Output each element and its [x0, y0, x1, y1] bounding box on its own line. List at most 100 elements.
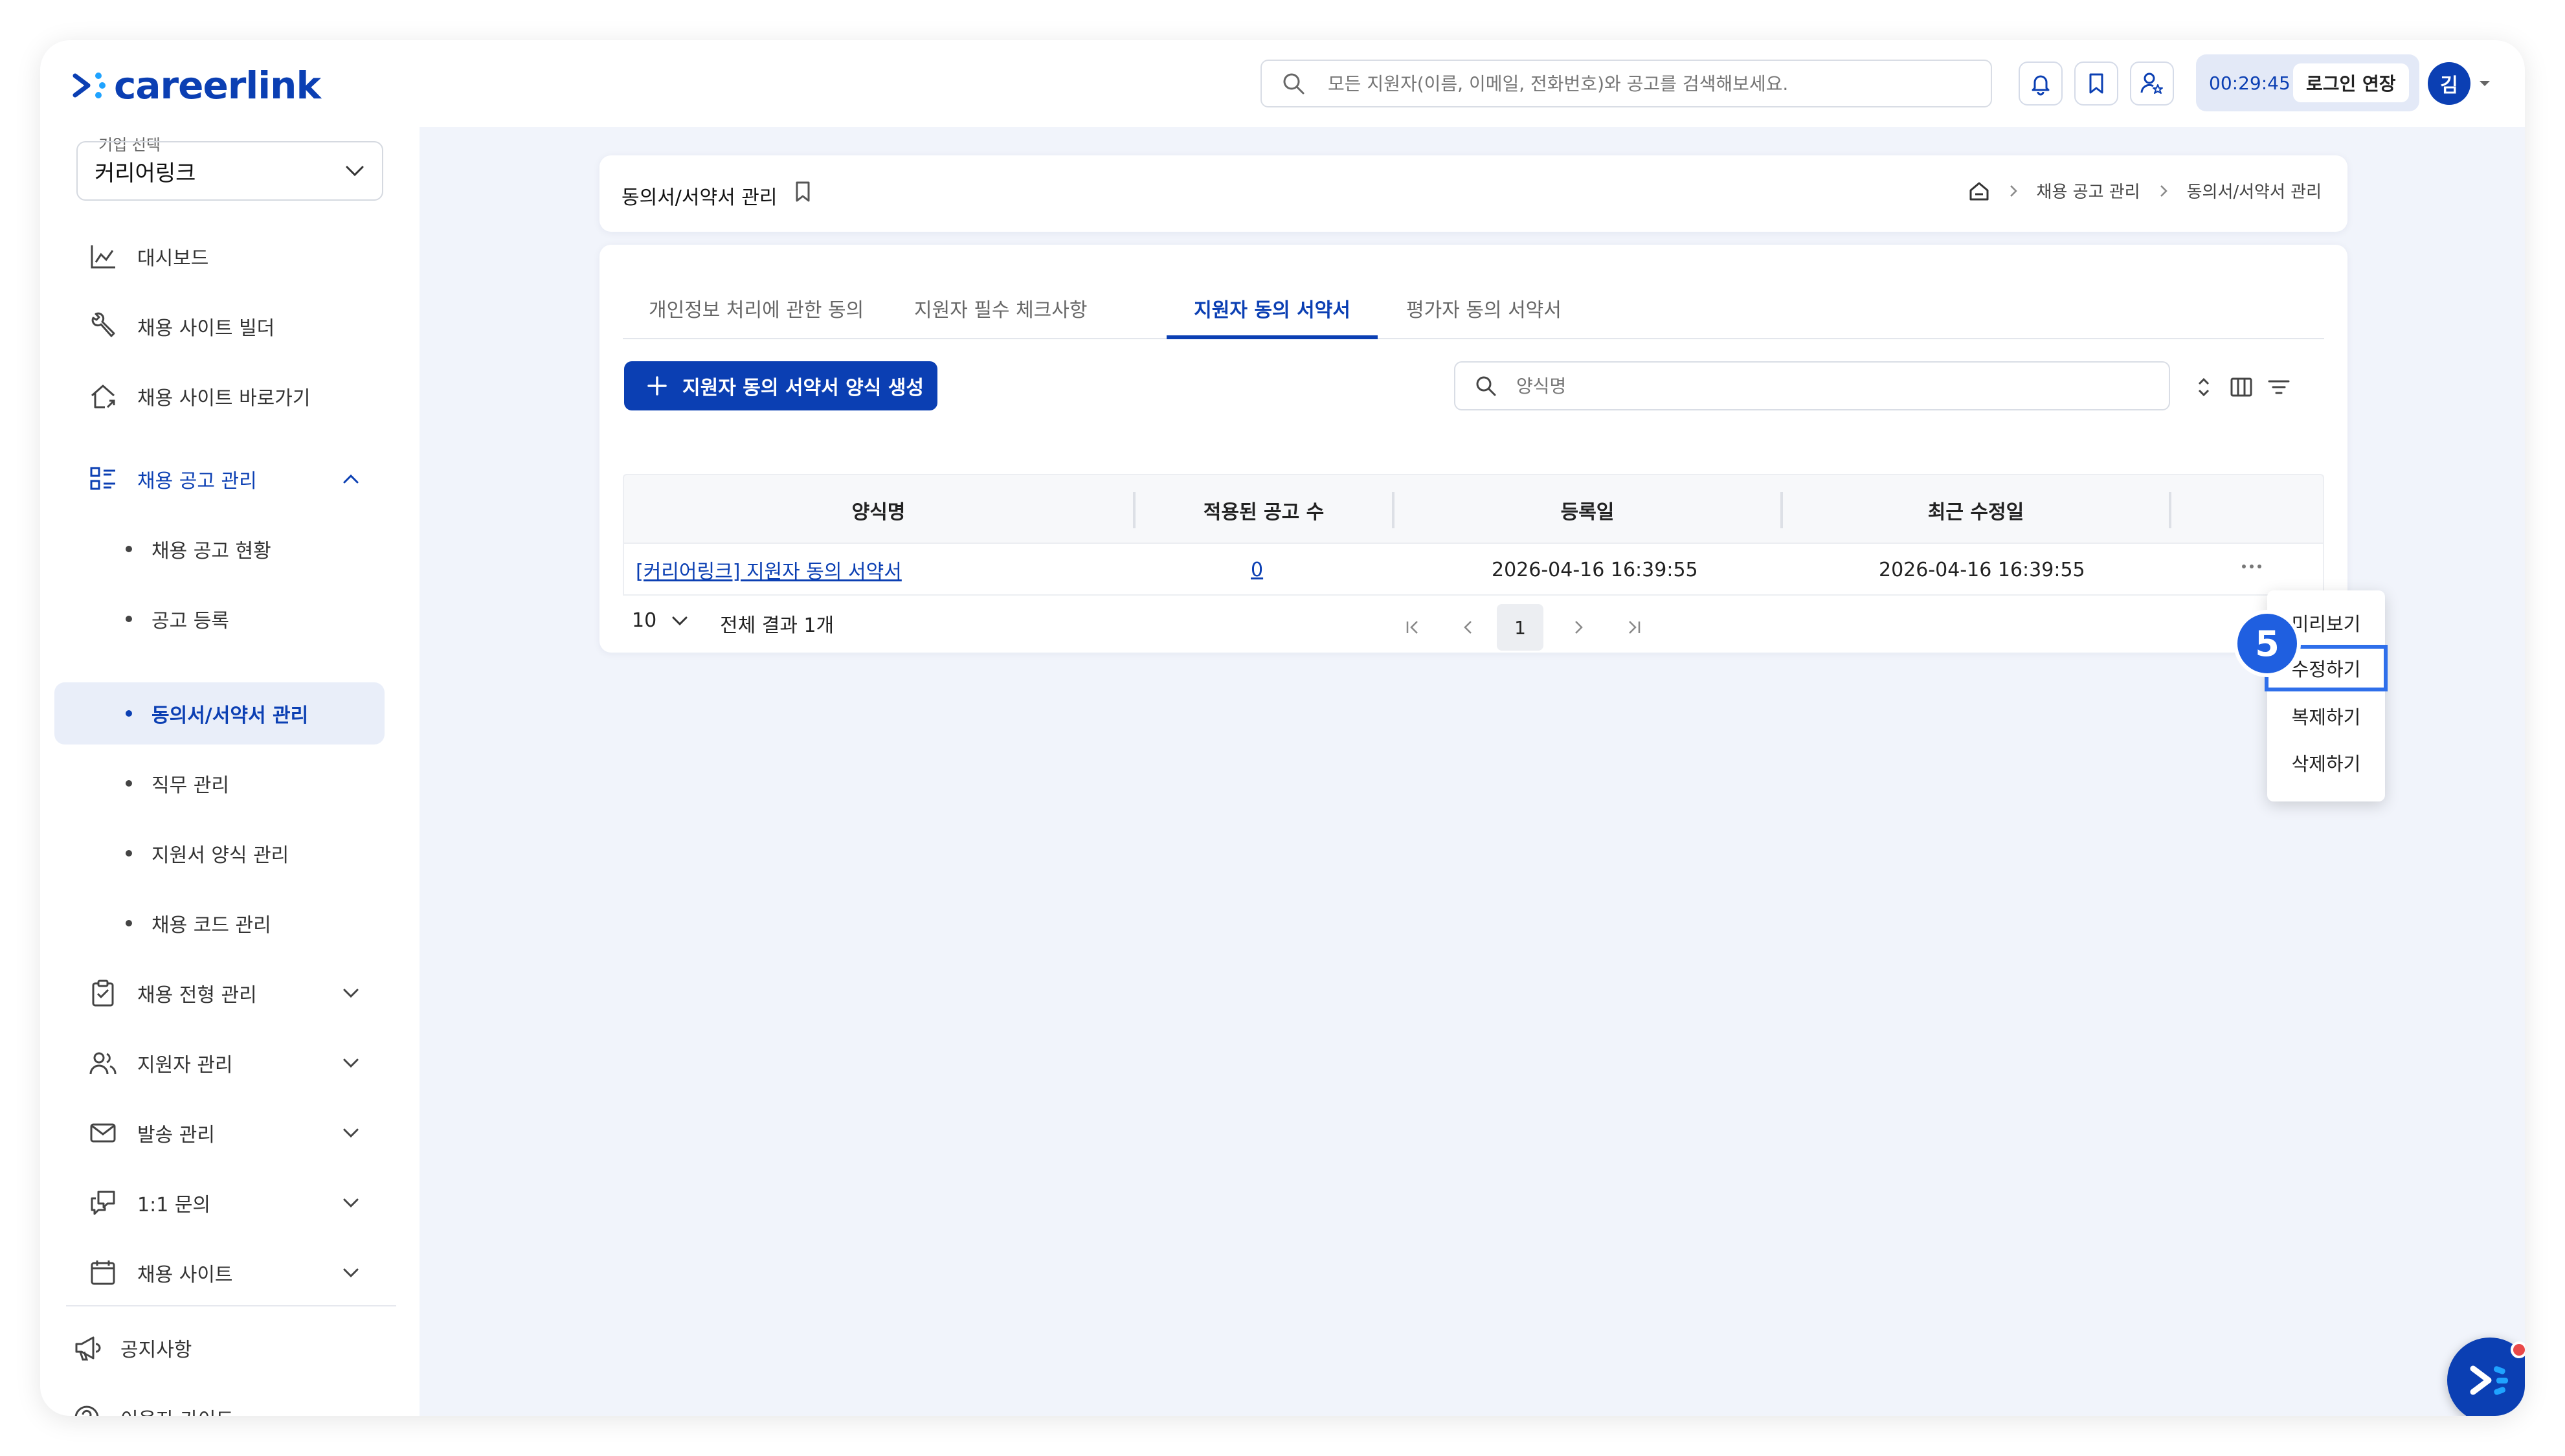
sidebar-subitem-consent-forms[interactable]: 동의서/서약서 관리 — [54, 682, 385, 745]
applied-count-link[interactable]: 0 — [1251, 544, 1263, 596]
more-options-icon[interactable] — [2239, 562, 2265, 571]
step-number-badge: 5 — [2234, 610, 2301, 677]
forms-table: 양식명 적용된 공고 수 등록일 최근 수정일 [커리어링크] 지원자 동의 서… — [623, 474, 2324, 596]
chatbot-icon — [2470, 1365, 2508, 1395]
sidebar-subitem-application-forms[interactable]: 지원서 양식 관리 — [54, 822, 385, 884]
column-header-count[interactable]: 적용된 공고 수 — [1136, 475, 1392, 545]
company-select-value: 커리어링크 — [95, 160, 196, 186]
sidebar-item-label: 채용 전형 관리 — [137, 984, 257, 1007]
breadcrumb-item[interactable]: 채용 공고 관리 — [2037, 179, 2140, 203]
tab-label: 개인정보 처리에 관한 동의 — [649, 299, 864, 322]
bookmark-icon — [2089, 73, 2103, 94]
user-favorite-button[interactable] — [2130, 62, 2174, 106]
breadcrumb: 채용 공고 관리 동의서/서약서 관리 — [1968, 179, 2322, 203]
bookmark-button[interactable] — [2074, 62, 2118, 106]
column-header-modified[interactable]: 최근 수정일 — [1783, 475, 2169, 545]
page-number-button[interactable]: 1 — [1497, 604, 1543, 651]
prev-page-button[interactable] — [1445, 604, 1492, 651]
sidebar-subitem-posting-register[interactable]: 공고 등록 — [54, 588, 385, 650]
form-search-input[interactable] — [1516, 375, 2099, 397]
avatar[interactable]: 김 — [2428, 62, 2470, 105]
sidebar-item-label: 대시보드 — [137, 247, 209, 270]
home-link-icon — [91, 385, 115, 409]
chevron-right-icon — [2010, 185, 2017, 197]
help-icon — [74, 1406, 99, 1416]
home-icon[interactable] — [1968, 180, 1990, 202]
tab-applicant-consent[interactable]: 지원자 동의 서약서 — [1167, 277, 1378, 339]
sidebar-subitem-label: 채용 코드 관리 — [151, 914, 271, 937]
chevron-down-icon — [343, 1128, 359, 1138]
form-search-box[interactable] — [1454, 361, 2170, 410]
sidebar-item-guide[interactable]: 이용자 가이드 — [73, 1392, 234, 1416]
chevron-down-icon — [343, 989, 359, 998]
sidebar-subitem-job-roles[interactable]: 직무 관리 — [54, 752, 385, 814]
menu-item-duplicate[interactable]: 복제하기 — [2267, 693, 2385, 739]
tab-privacy-consent[interactable]: 개인정보 처리에 관한 동의 — [649, 277, 882, 339]
mail-icon — [90, 1123, 116, 1143]
bullet-dot — [126, 710, 132, 717]
global-search-input[interactable] — [1328, 73, 1910, 95]
tab-applicant-checklist[interactable]: 지원자 필수 체크사항 — [914, 277, 1102, 339]
breadcrumb-item[interactable]: 동의서/서약서 관리 — [2187, 179, 2322, 203]
sidebar-item-selection-process[interactable]: 채용 전형 관리 — [73, 962, 390, 1024]
global-search-box[interactable] — [1260, 60, 1992, 107]
tab-label: 평가자 동의 서약서 — [1406, 299, 1562, 322]
sidebar-item-messaging[interactable]: 발송 관리 — [73, 1102, 390, 1164]
top-header: careerlink 모든 지원자(이름, 이메일, 전화번호)와 공고를 검색… — [40, 40, 2525, 127]
page-title: 동의서/서약서 관리 — [622, 186, 778, 209]
sidebar-item-label: 채용 사이트 빌더 — [137, 317, 275, 340]
chevron-up-icon — [343, 474, 359, 484]
sidebar-item-dashboard[interactable]: 대시보드 — [73, 225, 390, 287]
caret-down-icon[interactable] — [2478, 79, 2491, 88]
sidebar-item-label: 채용 사이트 바로가기 — [137, 387, 311, 410]
column-resizer[interactable] — [2169, 492, 2171, 528]
sidebar-item-applicants[interactable]: 지원자 관리 — [73, 1032, 390, 1094]
sidebar-subitem-recruit-codes[interactable]: 채용 코드 관리 — [54, 892, 385, 954]
sidebar-item-inquiry[interactable]: 1:1 문의 — [73, 1172, 390, 1234]
created-date: 2026-04-16 16:39:55 — [1492, 558, 1698, 581]
wrench-icon — [91, 312, 115, 337]
sidebar-item-job-posting[interactable]: 채용 공고 관리 — [73, 448, 390, 510]
session-timer: 00:29:45 로그인 연장 — [2196, 54, 2419, 111]
sidebar-item-site-link[interactable]: 채용 사이트 바로가기 — [73, 365, 390, 427]
menu-item-delete[interactable]: 삭제하기 — [2267, 739, 2385, 786]
bullet-dot — [126, 850, 132, 857]
last-page-button[interactable] — [1611, 604, 1657, 651]
first-page-button[interactable] — [1389, 604, 1436, 651]
columns-icon[interactable] — [2228, 374, 2254, 400]
page-size-select[interactable]: 10 — [632, 609, 689, 632]
extend-login-button[interactable]: 로그인 연장 — [2293, 63, 2409, 102]
notification-dot — [2511, 1341, 2525, 1358]
logo-mark-icon — [73, 73, 106, 98]
sidebar-item-site-builder[interactable]: 채용 사이트 빌더 — [73, 295, 390, 357]
sort-icon[interactable] — [2191, 374, 2217, 400]
sidebar-item-notice[interactable]: 공지사항 — [73, 1322, 192, 1374]
next-page-button[interactable] — [1555, 604, 1602, 651]
logo[interactable]: careerlink — [71, 63, 321, 107]
sidebar-subitem-label: 직무 관리 — [151, 774, 229, 797]
notification-button[interactable] — [2019, 62, 2063, 106]
form-name-link[interactable]: [커리어링크] 지원자 동의 서약서 — [636, 544, 902, 596]
sidebar-item-career-site[interactable]: 채용 사이트 — [73, 1242, 390, 1304]
chat-icon — [91, 1191, 115, 1215]
clipboard-icon — [92, 980, 114, 1007]
first-page-icon — [1406, 621, 1418, 634]
chatbot-button[interactable] — [2447, 1338, 2525, 1416]
company-select[interactable]: 커리어링크 — [76, 141, 383, 201]
bell-icon — [2032, 75, 2050, 96]
tab-bar: 개인정보 처리에 관한 동의 지원자 필수 체크사항 지원자 동의 서약서 평가… — [623, 245, 2324, 339]
column-header-name[interactable]: 양식명 — [624, 475, 1133, 545]
search-icon — [1283, 73, 1305, 95]
filter-icon[interactable] — [2266, 374, 2292, 400]
bookmark-icon[interactable] — [792, 180, 813, 203]
sidebar-subitem-label: 채용 공고 현황 — [151, 540, 271, 563]
create-form-button[interactable]: 지원자 동의 서약서 양식 생성 — [624, 361, 937, 410]
tab-evaluator-consent[interactable]: 평가자 동의 서약서 — [1406, 277, 1600, 339]
user-star-icon — [2140, 73, 2163, 94]
sidebar-subitem-label: 지원서 양식 관리 — [151, 844, 289, 867]
chevron-right-icon — [2160, 185, 2167, 197]
chevron-down-icon — [343, 1268, 359, 1278]
column-header-created[interactable]: 등록일 — [1395, 475, 1780, 545]
table-row: [커리어링크] 지원자 동의 서약서 0 2026-04-16 16:39:55… — [623, 544, 2324, 596]
sidebar-subitem-posting-status[interactable]: 채용 공고 현황 — [54, 518, 385, 580]
